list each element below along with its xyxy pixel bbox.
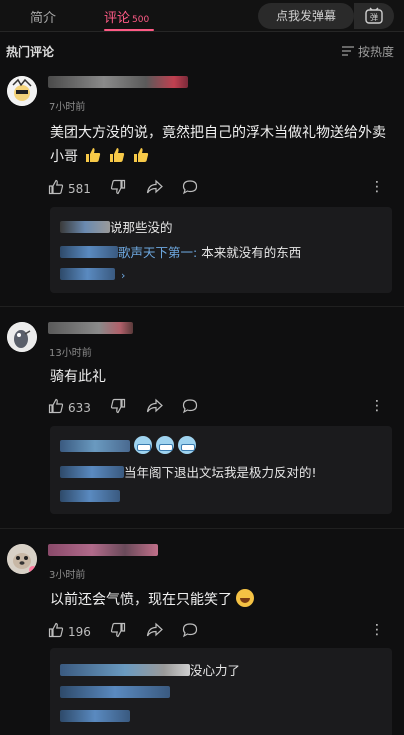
comment-bubble-icon [182, 398, 198, 417]
tab-intro[interactable]: 简介 [30, 7, 56, 26]
reply-user-blurred [60, 664, 190, 676]
chevron-right-icon: › [121, 269, 126, 282]
reply-line: 没心力了 [60, 660, 240, 679]
reply-button[interactable] [182, 622, 198, 641]
grimace-emoji-icon [134, 436, 152, 454]
more-options-icon[interactable]: ⋮ [370, 622, 384, 638]
reply-line-blurred [60, 686, 170, 698]
reply-user-blurred [60, 440, 130, 452]
send-danmaku-button[interactable]: 点我发弹幕 [258, 3, 354, 29]
thumbs-down-outline-icon [110, 622, 126, 641]
share-button[interactable] [146, 179, 164, 198]
more-options-icon[interactable]: ⋮ [370, 179, 384, 195]
sort-list-icon [341, 45, 354, 59]
share-icon [146, 179, 164, 198]
comment-text-content: 以前还会气愤，现在只能笑了 [50, 592, 232, 608]
comment-text: 以前还会气愤，现在只能笑了 [50, 588, 390, 612]
reply-button[interactable] [182, 398, 198, 417]
reply-line: 说那些没的 [60, 217, 173, 236]
replies-preview[interactable]: 说那些没的 歌声天下第一: 本来就没有的东西 › [50, 207, 392, 293]
share-icon [146, 398, 164, 417]
like-button[interactable]: 581 [48, 179, 91, 198]
tab-comments-label: 评论 [104, 11, 131, 26]
danmaku-toggle-icon[interactable]: 弹 [354, 3, 394, 29]
reply-username[interactable]: 歌声天下第一: [118, 245, 197, 260]
comment-divider [0, 306, 404, 307]
share-icon [146, 622, 164, 641]
dislike-button[interactable] [110, 398, 126, 417]
view-more-replies[interactable] [60, 710, 130, 722]
username-blurred[interactable] [48, 544, 158, 556]
thumbs-up-icon [84, 146, 102, 164]
reply-text: 本来就没有的东西 [197, 245, 302, 260]
comment-actions: 196 ⋮ [48, 622, 398, 640]
like-button[interactable]: 196 [48, 622, 91, 641]
share-button[interactable] [146, 622, 164, 641]
like-count: 196 [68, 624, 91, 639]
thumbs-up-icon [132, 146, 150, 164]
comment-actions: 581 ⋮ [48, 179, 398, 197]
grimace-emoji-icon [178, 436, 196, 454]
share-button[interactable] [146, 398, 164, 417]
laughing-emoji-icon [236, 589, 254, 607]
comment-bubble-icon [182, 622, 198, 641]
comment-time: 7小时前 [49, 102, 86, 113]
reply-line: 当年阁下退出文坛我是极力反对的! [60, 462, 317, 481]
thumbs-down-outline-icon [110, 398, 126, 417]
comment-time: 13小时前 [49, 348, 92, 359]
comment-actions: 633 ⋮ [48, 398, 398, 416]
svg-text:弹: 弹 [370, 12, 378, 22]
reply-button[interactable] [182, 179, 198, 198]
tab-bar: 简介 评论 500 点我发弹幕 弹 [0, 0, 404, 32]
sort-label: 按热度 [357, 45, 394, 59]
replies-preview[interactable]: 没心力了 [50, 648, 392, 735]
dislike-button[interactable] [110, 622, 126, 641]
comment-text: 美团大方没的说，竟然把自己的浮木当做礼物送给外卖小哥 [50, 121, 390, 169]
thumbs-up-outline-icon [48, 622, 64, 641]
hot-comments-title: 热门评论 [6, 45, 55, 59]
thumbs-up-icon [108, 146, 126, 164]
reply-text: 当年阁下退出文坛我是极力反对的! [124, 465, 317, 480]
view-more-replies[interactable]: › [60, 267, 125, 282]
dislike-button[interactable] [110, 179, 126, 198]
comment-bubble-icon [182, 179, 198, 198]
reply-line [60, 436, 196, 454]
active-tab-indicator [104, 29, 154, 31]
reply-text: 没心力了 [190, 663, 241, 678]
reply-user-blurred [60, 466, 124, 478]
comment-text: 骑有此礼 [50, 369, 106, 385]
like-count: 633 [68, 400, 91, 415]
comment-divider [0, 528, 404, 529]
tab-comments[interactable]: 评论 500 [104, 7, 149, 26]
comment-count: 500 [132, 15, 150, 25]
view-more-blurred [60, 268, 115, 280]
view-more-replies[interactable] [60, 490, 120, 502]
reply-text: 说那些没的 [110, 220, 173, 235]
avatar[interactable] [7, 322, 37, 352]
thumbs-up-outline-icon [48, 398, 64, 417]
replies-preview[interactable]: 当年阁下退出文坛我是极力反对的! [50, 426, 392, 514]
comment-time: 3小时前 [49, 570, 86, 581]
avatar[interactable] [7, 544, 37, 574]
like-count: 581 [68, 181, 91, 196]
more-options-icon[interactable]: ⋮ [370, 398, 384, 414]
reply-user-blurred [60, 221, 110, 233]
like-button[interactable]: 633 [48, 398, 91, 417]
username-blurred[interactable] [48, 76, 188, 88]
grimace-emoji-icon [156, 436, 174, 454]
thumbs-up-outline-icon [48, 179, 64, 198]
avatar[interactable] [7, 76, 37, 106]
sort-by-heat[interactable]: 按热度 [341, 43, 394, 60]
thumbs-down-outline-icon [110, 179, 126, 198]
reply-user-blurred [60, 246, 118, 258]
username-blurred[interactable] [48, 322, 133, 334]
reply-line: 歌声天下第一: 本来就没有的东西 [60, 242, 301, 261]
